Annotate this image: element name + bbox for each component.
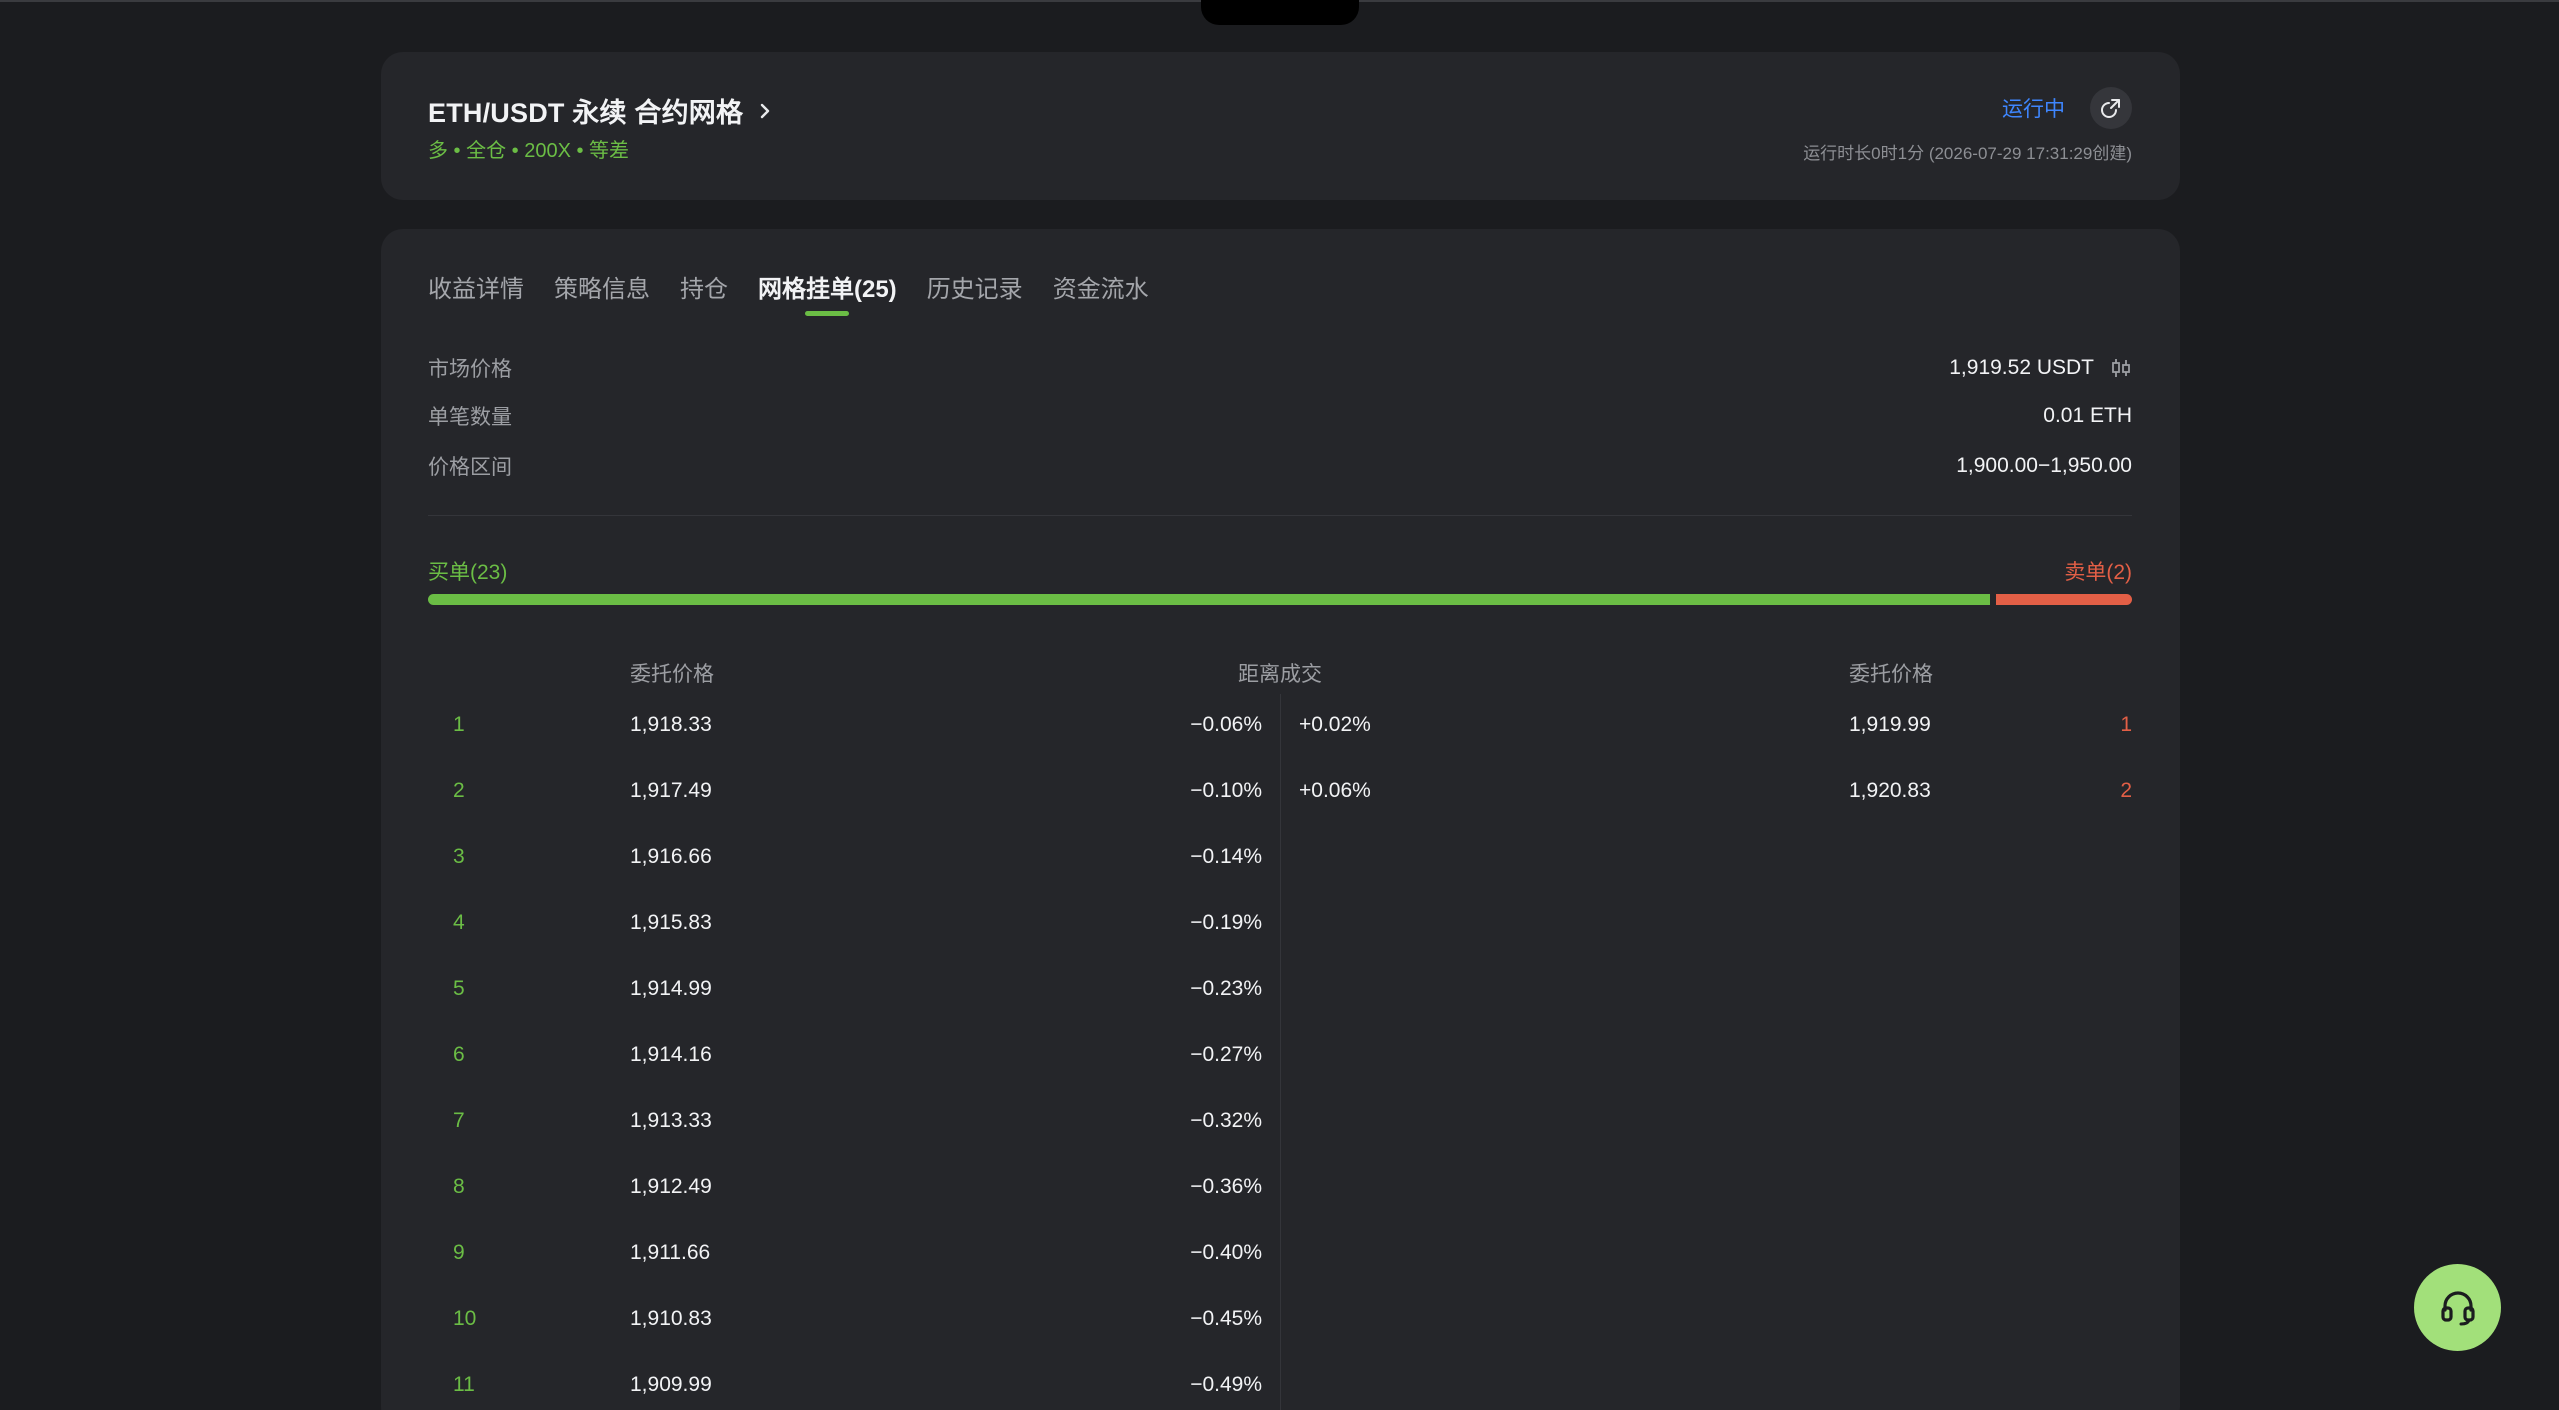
buy-order-price: 1,912.49 xyxy=(630,1175,712,1198)
buy-order-distance: −0.23% xyxy=(1190,977,1262,1000)
buy-order-price: 1,917.49 xyxy=(630,779,712,802)
tab-label: 资金流水 xyxy=(1052,276,1149,303)
buy-order-index: 10 xyxy=(453,1307,477,1330)
market-price-value: 1,919.52 USDT xyxy=(1949,356,2132,380)
headset-icon xyxy=(2440,1290,2475,1325)
market-price-label: 市场价格 xyxy=(428,358,512,381)
tab-label: 持仓 xyxy=(680,276,728,303)
buy-order-distance: −0.06% xyxy=(1190,713,1262,736)
buy-order-price: 1,914.99 xyxy=(630,977,712,1000)
order-ratio-bar xyxy=(428,594,2132,605)
sell-order-index: 1 xyxy=(2120,713,2132,736)
buy-order-index: 3 xyxy=(453,845,465,868)
buy-ratio-fill xyxy=(428,594,1990,605)
sell-ratio-fill xyxy=(1996,594,2132,605)
buy-order-index: 5 xyxy=(453,977,465,1000)
order-row: 8 1,912.49 −0.36% xyxy=(381,1169,2180,1209)
price-range-label: 价格区间 xyxy=(428,456,512,479)
status-area: 运行中 xyxy=(2002,87,2132,129)
tab-grid-orders[interactable]: 网格挂单(25) xyxy=(758,269,897,322)
sell-price-header: 委托价格 xyxy=(1849,663,1933,686)
sell-orders-label: 卖单(2) xyxy=(2064,561,2132,584)
tab-label: 网格挂单(25) xyxy=(758,276,897,303)
buy-order-distance: −0.19% xyxy=(1190,911,1262,934)
buy-order-price: 1,909.99 xyxy=(630,1373,712,1396)
buy-price-header: 委托价格 xyxy=(630,663,714,686)
order-row: 1 1,918.33 −0.06% +0.02% 1,919.99 1 xyxy=(381,707,2180,747)
distance-header: 距离成交 xyxy=(1238,663,1322,686)
camera-notch xyxy=(1201,0,1359,25)
chevron-right-icon xyxy=(761,103,770,118)
tab-history[interactable]: 历史记录 xyxy=(927,269,1023,322)
tab-fund-flow[interactable]: 资金流水 xyxy=(1053,269,1149,322)
order-row: 7 1,913.33 −0.32% xyxy=(381,1103,2180,1143)
status-badge: 运行中 xyxy=(2002,98,2065,121)
buy-order-price: 1,914.16 xyxy=(630,1043,712,1066)
buy-order-distance: −0.49% xyxy=(1190,1373,1262,1396)
sell-order-distance: +0.06% xyxy=(1299,779,1371,802)
buy-order-distance: −0.32% xyxy=(1190,1109,1262,1132)
strategy-title: ETH/USDT 永续 合约网格 xyxy=(428,98,744,128)
order-row: 4 1,915.83 −0.19% xyxy=(381,905,2180,945)
sell-order-price: 1,919.99 xyxy=(1849,713,1931,736)
market-price-row: 市场价格 1,919.52 USDT xyxy=(428,353,2132,383)
order-row: 2 1,917.49 −0.10% +0.06% 1,920.83 2 xyxy=(381,773,2180,813)
price-range-row: 价格区间 1,900.00−1,950.00 xyxy=(428,451,2132,481)
tab-label: 策略信息 xyxy=(554,276,650,303)
order-row: 11 1,909.99 −0.49% xyxy=(381,1367,2180,1407)
buy-order-price: 1,910.83 xyxy=(630,1307,712,1330)
sell-order-price: 1,920.83 xyxy=(1849,779,1931,802)
quantity-row: 单笔数量 0.01 ETH xyxy=(428,401,2132,431)
buy-order-index: 4 xyxy=(453,911,465,934)
active-tab-indicator xyxy=(805,311,850,316)
buy-order-index: 11 xyxy=(453,1373,475,1396)
strategy-title-link[interactable]: ETH/USDT 永续 合约网格 xyxy=(428,91,775,130)
buy-order-price: 1,918.33 xyxy=(630,713,712,736)
tab-strategy-info[interactable]: 策略信息 xyxy=(554,269,650,322)
share-button[interactable] xyxy=(2090,87,2132,129)
order-row: 3 1,916.66 −0.14% xyxy=(381,839,2180,879)
customer-support-button[interactable] xyxy=(2414,1264,2501,1351)
buy-order-index: 1 xyxy=(453,713,465,736)
price-range-value: 1,900.00−1,950.00 xyxy=(1956,454,2132,477)
sell-order-index: 2 xyxy=(2120,779,2132,802)
buy-order-distance: −0.14% xyxy=(1190,845,1262,868)
buy-order-distance: −0.45% xyxy=(1190,1307,1262,1330)
buy-order-index: 6 xyxy=(453,1043,465,1066)
buy-order-index: 8 xyxy=(453,1175,465,1198)
buy-order-price: 1,916.66 xyxy=(630,845,712,868)
candlestick-icon[interactable] xyxy=(2110,357,2132,379)
buy-order-index: 2 xyxy=(453,779,465,802)
buy-order-distance: −0.10% xyxy=(1190,779,1262,802)
buy-order-distance: −0.27% xyxy=(1190,1043,1262,1066)
buy-order-price: 1,915.83 xyxy=(630,911,712,934)
runtime-text: 运行时长0时1分 (2026-07-29 17:31:29创建) xyxy=(1803,144,2132,163)
order-row: 5 1,914.99 −0.23% xyxy=(381,971,2180,1011)
buy-order-price: 1,911.66 xyxy=(630,1241,711,1264)
strategy-subtitle: 多 • 全仓 • 200X • 等差 xyxy=(428,140,630,162)
buy-order-index: 7 xyxy=(453,1109,465,1132)
share-icon xyxy=(2101,99,2120,118)
buy-order-distance: −0.40% xyxy=(1190,1241,1262,1264)
buy-order-index: 9 xyxy=(453,1241,465,1264)
tab-profit-details[interactable]: 收益详情 xyxy=(428,269,524,322)
detail-tabs: 收益详情 策略信息 持仓 网格挂单(25) 历史记录 资金流水 xyxy=(428,269,1179,322)
strategy-detail-card: 收益详情 策略信息 持仓 网格挂单(25) 历史记录 资金流水 市场价格 1,9… xyxy=(381,229,2180,1410)
market-price-text: 1,919.52 USDT xyxy=(1949,356,2094,379)
order-row: 10 1,910.83 −0.45% xyxy=(381,1301,2180,1341)
tab-label: 历史记录 xyxy=(926,276,1023,303)
quantity-value: 0.01 ETH xyxy=(2043,404,2132,427)
buy-order-price: 1,913.33 xyxy=(630,1109,712,1132)
sell-order-distance: +0.02% xyxy=(1299,713,1371,736)
order-row: 6 1,914.16 −0.27% xyxy=(381,1037,2180,1077)
section-divider xyxy=(428,515,2132,516)
tab-label: 收益详情 xyxy=(428,276,524,303)
tab-positions[interactable]: 持仓 xyxy=(680,269,728,322)
strategy-header-card: ETH/USDT 永续 合约网格 多 • 全仓 • 200X • 等差 运行中 … xyxy=(381,52,2180,200)
quantity-label: 单笔数量 xyxy=(428,406,512,429)
buy-orders-label: 买单(23) xyxy=(428,561,508,584)
order-row: 9 1,911.66 −0.40% xyxy=(381,1235,2180,1275)
buy-order-distance: −0.36% xyxy=(1190,1175,1262,1198)
